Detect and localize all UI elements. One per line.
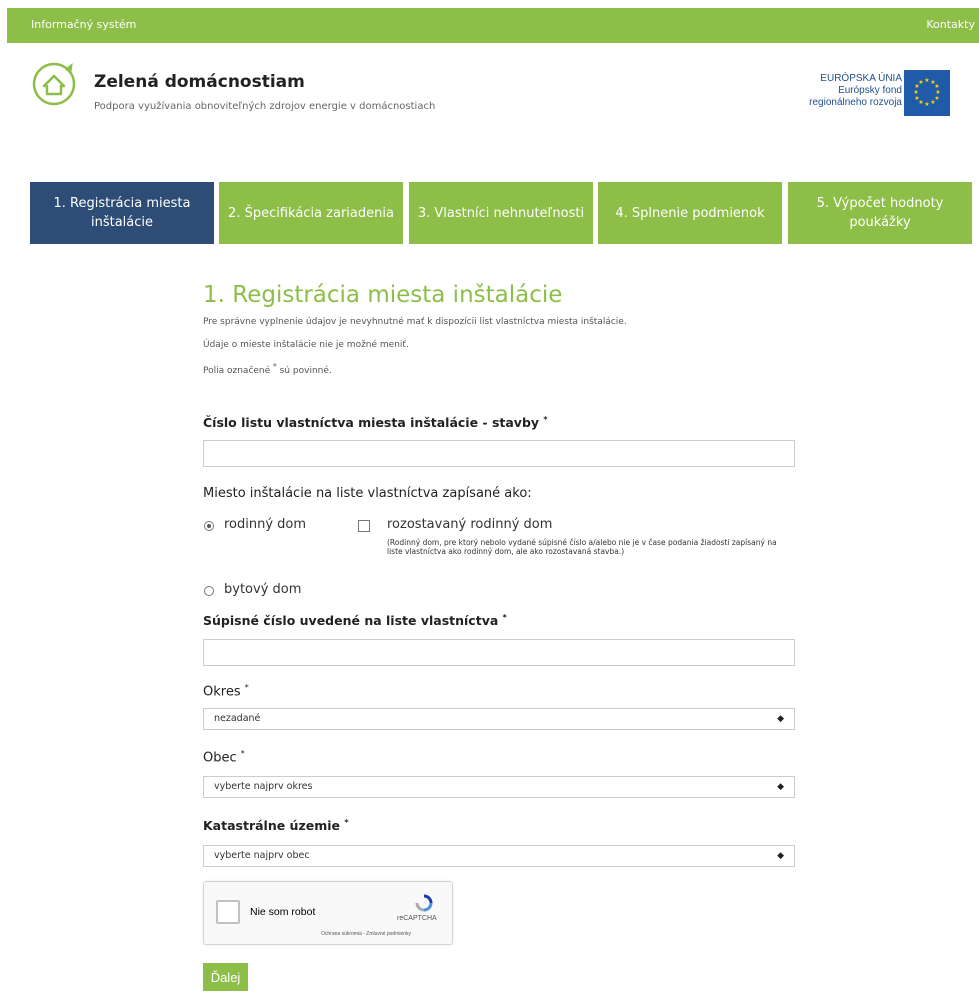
contacts-link[interactable]: Kontakty — [926, 18, 975, 31]
step-5-voucher[interactable]: 5. Výpočet hodnoty poukážky — [788, 182, 972, 244]
katastralne-uzemie-label: Katastrálne územie * — [203, 818, 349, 833]
required-star: * — [502, 613, 507, 622]
obec-label: Obec * — [203, 749, 245, 765]
svg-text:★: ★ — [918, 79, 923, 86]
okres-selected: nezadané — [214, 713, 261, 724]
svg-text:★: ★ — [914, 95, 919, 102]
okres-label-text: Okres — [203, 684, 241, 700]
katastralne-uzemie-label-text: Katastrálne územie — [203, 818, 340, 834]
radio-bytovy-dom-label[interactable]: bytový dom — [224, 582, 301, 597]
svg-text:★: ★ — [924, 77, 929, 84]
required-star: * — [240, 749, 245, 758]
okres-select[interactable]: nezadané ◆ — [203, 708, 795, 730]
information-system-link[interactable]: Informačný systém — [31, 18, 136, 31]
recaptcha-brand: reCAPTCHA — [397, 915, 437, 922]
rozostavany-note: (Rodinný dom, pre ktorý nebolo vydané sú… — [387, 538, 777, 556]
required-star: * — [344, 818, 349, 827]
checkbox-rozostavany-dom[interactable] — [358, 520, 370, 532]
house-logo-icon[interactable] — [32, 62, 76, 106]
intro-text-3-post: sú povinné. — [276, 366, 332, 376]
required-star: * — [543, 415, 548, 424]
lv-number-label: Číslo listu vlastníctva miesta inštaláci… — [203, 415, 548, 430]
step-3-label: 3. Vlastníci nehnuteľnosti — [417, 205, 585, 221]
top-bar: Informačný systém Kontakty — [7, 8, 979, 43]
svg-text:★: ★ — [924, 101, 929, 108]
recaptcha-label: Nie som robot — [250, 906, 316, 918]
radio-rodinny-dom-label[interactable]: rodinný dom — [224, 517, 306, 532]
step-2-label: 2. Špecifikácia zariadenia — [228, 205, 394, 221]
site-subtitle: Podpora využívania obnoviteľných zdrojov… — [94, 101, 436, 112]
lv-number-input[interactable] — [203, 440, 795, 467]
katastralne-uzemie-select[interactable]: vyberte najprv obec ◆ — [203, 845, 795, 867]
installation-type-label: Miesto inštalácie na liste vlastníctva z… — [203, 486, 532, 501]
radio-rodinny-dom[interactable] — [204, 521, 214, 531]
step-2-specification[interactable]: 2. Špecifikácia zariadenia — [219, 182, 403, 244]
eu-flag-icon: ★ ★★ ★★★ ★★★ ★★★ — [904, 70, 950, 116]
step-3-owners[interactable]: 3. Vlastníci nehnuteľnosti — [409, 182, 593, 244]
supisne-cislo-input[interactable] — [203, 639, 795, 666]
step-1-registration[interactable]: 1. Registrácia miesta inštalácie — [30, 182, 214, 244]
step-4-label: 4. Splnenie podmienok — [615, 205, 765, 221]
obec-label-text: Obec — [203, 750, 237, 766]
radio-selected-dot — [207, 524, 211, 528]
checkbox-rozostavany-dom-label[interactable]: rozostavaný rodinný dom — [387, 517, 552, 532]
radio-bytovy-dom[interactable] — [204, 586, 214, 596]
lv-number-label-text: Číslo listu vlastníctva miesta inštaláci… — [203, 415, 540, 431]
katastralne-uzemie-selected: vyberte najprv obec — [214, 850, 310, 861]
next-button[interactable]: Ďalej — [203, 963, 248, 991]
supisne-cislo-label: Súpisné číslo uvedené na liste vlastníct… — [203, 613, 507, 628]
svg-text:★: ★ — [913, 89, 918, 96]
eu-line2: Európsky fond — [838, 85, 902, 96]
intro-text-2: Údaje o mieste inštalácie nie je možné m… — [203, 340, 409, 350]
obec-selected: vyberte najprv okres — [214, 781, 313, 792]
intro-text-3-pre: Polia označené — [203, 366, 274, 376]
select-arrows-icon: ◆ — [777, 714, 784, 724]
select-arrows-icon: ◆ — [777, 851, 784, 861]
eu-line1: EURÓPSKA ÚNIA — [820, 73, 902, 84]
step-5-label: 5. Výpočet hodnoty poukážky — [816, 196, 944, 230]
obec-select[interactable]: vyberte najprv okres ◆ — [203, 776, 795, 798]
eu-text: EURÓPSKA ÚNIA Európsky fond regionálneho… — [809, 73, 902, 109]
intro-text-3: Polia označené * sú povinné. — [203, 362, 332, 376]
supisne-cislo-label-text: Súpisné číslo uvedené na liste vlastníct… — [203, 613, 499, 629]
svg-text:★: ★ — [930, 99, 935, 106]
site-title: Zelená domácnostiam — [94, 72, 305, 92]
page-title: 1. Registrácia miesta inštalácie — [203, 282, 563, 308]
required-star: * — [244, 683, 249, 692]
recaptcha-checkbox[interactable] — [216, 900, 240, 924]
recaptcha-widget: Nie som robot reCAPTCHA Ochrana súkromia… — [203, 881, 453, 945]
select-arrows-icon: ◆ — [777, 782, 784, 792]
recaptcha-logo-icon — [415, 894, 433, 912]
recaptcha-terms-link[interactable]: Ochrana súkromia - Zmluvné podmienky — [321, 931, 411, 937]
step-1-label: 1. Registrácia miesta inštalácie — [53, 196, 191, 230]
intro-text-1: Pre správne vyplnenie údajov je nevyhnut… — [203, 317, 627, 327]
step-4-conditions[interactable]: 4. Splnenie podmienok — [598, 182, 782, 244]
okres-label: Okres * — [203, 683, 249, 699]
eu-line3: regionálneho rozvoja — [809, 97, 902, 108]
